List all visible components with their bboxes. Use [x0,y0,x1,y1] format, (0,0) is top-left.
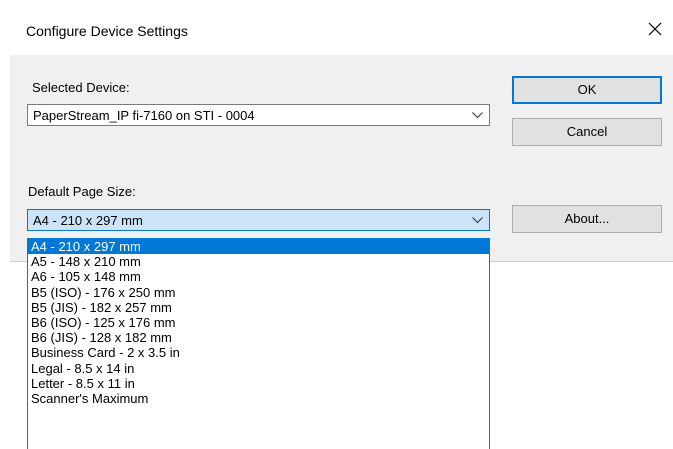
dropdown-option[interactable]: B5 (JIS) - 182 x 257 mm [28,300,489,315]
selected-device-select[interactable]: PaperStream_IP fi-7160 on STI - 0004 [27,104,490,126]
selected-device-value: PaperStream_IP fi-7160 on STI - 0004 [33,108,255,123]
dropdown-option[interactable]: Business Card - 2 x 3.5 in [28,345,489,360]
title-bar: Configure Device Settings [10,8,673,55]
close-icon[interactable] [645,19,665,39]
page-size-value: A4 - 210 x 297 mm [33,213,143,228]
ok-button[interactable]: OK [512,76,662,104]
dropdown-option[interactable]: Letter - 8.5 x 11 in [28,376,489,391]
dropdown-option[interactable]: B6 (ISO) - 125 x 176 mm [28,315,489,330]
page-size-dropdown-list[interactable]: A4 - 210 x 297 mm A5 - 148 x 210 mm A6 - 1… [27,238,490,449]
dropdown-option[interactable]: Legal - 8.5 x 14 in [28,361,489,376]
dropdown-option[interactable]: B6 (JIS) - 128 x 182 mm [28,330,489,345]
page-size-label: Default Page Size: [28,184,136,199]
dropdown-option[interactable]: B5 (ISO) - 176 x 250 mm [28,285,489,300]
chevron-down-icon [472,217,483,224]
page-size-select[interactable]: A4 - 210 x 297 mm [27,209,490,231]
dropdown-option[interactable]: A5 - 148 x 210 mm [28,254,489,269]
dropdown-option[interactable]: A6 - 105 x 148 mm [28,269,489,284]
window-title: Configure Device Settings [26,23,188,39]
configure-device-dialog: Configure Device Settings Selected Devic… [10,8,673,262]
selected-device-label: Selected Device: [32,80,130,95]
dropdown-option[interactable]: Scanner's Maximum [28,391,489,406]
chevron-down-icon [472,112,483,119]
dropdown-option[interactable]: A4 - 210 x 297 mm [28,239,489,255]
cancel-button[interactable]: Cancel [512,118,662,146]
about-button[interactable]: About... [512,205,662,233]
